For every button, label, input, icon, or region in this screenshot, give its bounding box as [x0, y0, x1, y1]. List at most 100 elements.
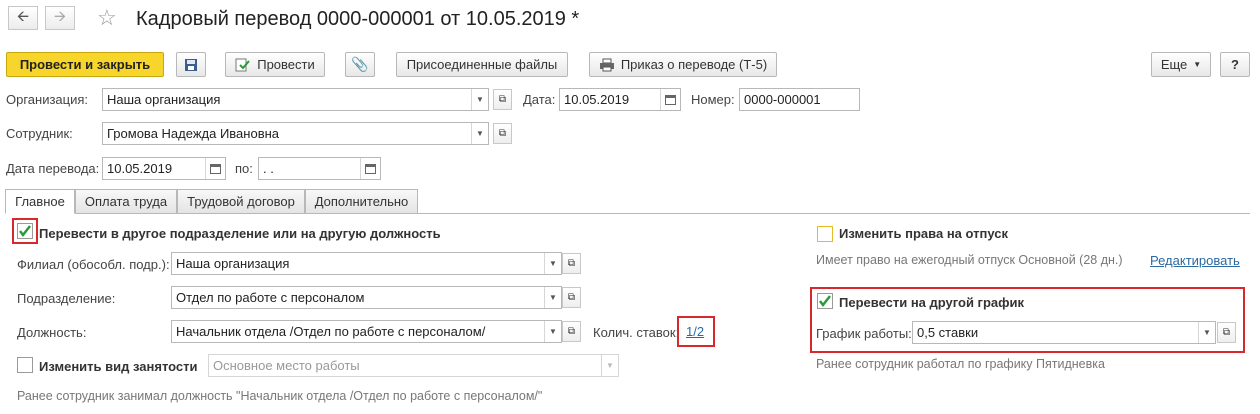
employment-type-field[interactable]: Основное место работы ▼: [208, 354, 619, 377]
transfer-dept-label: Перевести в другое подразделение или на …: [39, 226, 441, 241]
post-label: Провести: [257, 57, 315, 72]
tab-payment[interactable]: Оплата труда: [75, 189, 177, 214]
transfer-date-value: 10.05.2019: [107, 161, 173, 176]
rate-link[interactable]: 1/2: [686, 324, 704, 339]
arrow-right-icon: 🡪: [53, 7, 67, 25]
change-employment-label: Изменить вид занятости: [39, 359, 198, 374]
dept-value: Отдел по работе с персоналом: [176, 290, 365, 305]
rate-label: Колич. ставок:: [593, 325, 680, 340]
date-label: Дата:: [523, 92, 556, 107]
vacation-label: Изменить права на отпуск: [839, 226, 1008, 241]
schedule-note: Ранее сотрудник работал по графику Пятид…: [816, 357, 1105, 371]
calendar-icon[interactable]: [360, 158, 380, 179]
arrow-left-icon: 🡨: [16, 7, 30, 25]
dropdown-arrow-icon[interactable]: ▼: [1198, 322, 1215, 343]
print-order-button[interactable]: Приказ о переводе (Т-5): [589, 52, 777, 77]
tab-label: Трудовой договор: [187, 194, 295, 209]
more-label: Еще: [1160, 57, 1188, 72]
number-field[interactable]: 0000-000001: [739, 88, 860, 111]
tab-label: Дополнительно: [314, 194, 409, 209]
dropdown-arrow-icon[interactable]: ▼: [544, 253, 561, 274]
schedule-label: Перевести на другой график: [839, 295, 1025, 310]
to-date-field[interactable]: . .: [258, 157, 381, 180]
transfer-dept-checkbox[interactable]: [17, 223, 33, 239]
date-value: 10.05.2019: [564, 92, 630, 107]
tab-additional[interactable]: Дополнительно: [305, 189, 418, 214]
branch-open-button[interactable]: ⧉: [562, 253, 581, 274]
help-label: ?: [1231, 57, 1239, 72]
paperclip-icon: 📎: [351, 56, 369, 72]
open-window-icon: ⧉: [567, 258, 576, 269]
save-button[interactable]: [176, 52, 206, 77]
back-button[interactable]: 🡨: [8, 6, 38, 30]
dropdown-arrow-icon[interactable]: ▼: [544, 321, 561, 342]
open-window-icon: ⧉: [567, 292, 576, 303]
branch-value: Наша организация: [176, 256, 290, 271]
post-and-close-button[interactable]: Провести и закрыть: [6, 52, 164, 77]
position-open-button[interactable]: ⧉: [562, 321, 581, 342]
more-button[interactable]: Еще ▼: [1151, 52, 1211, 77]
open-window-icon: ⧉: [498, 94, 507, 105]
tab-main[interactable]: Главное: [5, 189, 75, 214]
dept-label: Подразделение:: [17, 291, 116, 306]
transfer-date-field[interactable]: 10.05.2019: [102, 157, 226, 180]
post-button[interactable]: Провести: [225, 52, 325, 77]
employee-value: Громова Надежда Ивановна: [107, 126, 280, 141]
employee-field[interactable]: Громова Надежда Ивановна ▼: [102, 122, 489, 145]
date-field[interactable]: 10.05.2019: [559, 88, 681, 111]
attached-files-label: Присоединенные файлы: [406, 57, 558, 72]
help-button[interactable]: ?: [1220, 52, 1250, 77]
dept-open-button[interactable]: ⧉: [562, 287, 581, 308]
org-value: Наша организация: [107, 92, 221, 107]
tab-label: Оплата труда: [84, 194, 168, 209]
schedule-value: 0,5 ставки: [917, 325, 979, 340]
save-icon: [185, 58, 197, 71]
schedule-open-button[interactable]: ⧉: [1217, 322, 1236, 343]
employee-label: Сотрудник:: [6, 126, 73, 141]
printer-icon: [599, 58, 614, 71]
post-and-close-label: Провести и закрыть: [19, 57, 151, 72]
number-label: Номер:: [691, 92, 735, 107]
org-label: Организация:: [6, 92, 89, 107]
open-window-icon: ⧉: [498, 128, 507, 139]
chevron-down-icon: ▼: [1193, 60, 1202, 69]
position-field[interactable]: Начальник отдела /Отдел по работе с перс…: [171, 320, 562, 343]
attached-files-button[interactable]: Присоединенные файлы: [396, 52, 568, 77]
attach-button[interactable]: 📎: [345, 52, 375, 77]
favorite-star-icon[interactable]: ☆: [97, 5, 117, 31]
position-label: Должность:: [17, 325, 87, 340]
schedule-field-label: График работы:: [816, 326, 912, 341]
position-value: Начальник отдела /Отдел по работе с перс…: [176, 324, 486, 339]
calendar-icon[interactable]: [660, 89, 680, 110]
number-value: 0000-000001: [744, 92, 821, 107]
vacation-checkbox[interactable]: [817, 226, 833, 242]
org-field[interactable]: Наша организация ▼: [102, 88, 489, 111]
tab-employment-contract[interactable]: Трудовой договор: [177, 189, 305, 214]
to-date-value: . .: [263, 161, 274, 176]
employment-type-value: Основное место работы: [213, 358, 360, 373]
dropdown-arrow-icon[interactable]: ▼: [544, 287, 561, 308]
calendar-icon[interactable]: [205, 158, 225, 179]
to-label: по:: [235, 161, 253, 176]
employee-open-button[interactable]: ⧉: [493, 123, 512, 144]
open-window-icon: ⧉: [567, 326, 576, 337]
dropdown-arrow-icon[interactable]: ▼: [601, 355, 618, 376]
edit-vacation-link[interactable]: Редактировать: [1150, 253, 1240, 268]
window-title: Кадровый перевод 0000-000001 от 10.05.20…: [136, 8, 580, 30]
change-employment-checkbox[interactable]: [17, 357, 33, 373]
tab-divider: [5, 213, 1250, 214]
open-window-icon: ⧉: [1222, 327, 1231, 338]
post-document-icon: [235, 58, 250, 71]
branch-field[interactable]: Наша организация ▼: [171, 252, 562, 275]
transfer-date-label: Дата перевода:: [6, 161, 100, 176]
dropdown-arrow-icon[interactable]: ▼: [471, 123, 488, 144]
dept-field[interactable]: Отдел по работе с персоналом ▼: [171, 286, 562, 309]
checkmark-icon: [19, 225, 31, 238]
forward-button[interactable]: 🡪: [45, 6, 75, 30]
checkmark-icon: [819, 295, 831, 308]
schedule-field[interactable]: 0,5 ставки ▼: [912, 321, 1216, 344]
print-order-label: Приказ о переводе (Т-5): [620, 57, 768, 72]
org-open-button[interactable]: ⧉: [493, 89, 512, 110]
schedule-checkbox[interactable]: [817, 293, 833, 309]
dropdown-arrow-icon[interactable]: ▼: [471, 89, 488, 110]
